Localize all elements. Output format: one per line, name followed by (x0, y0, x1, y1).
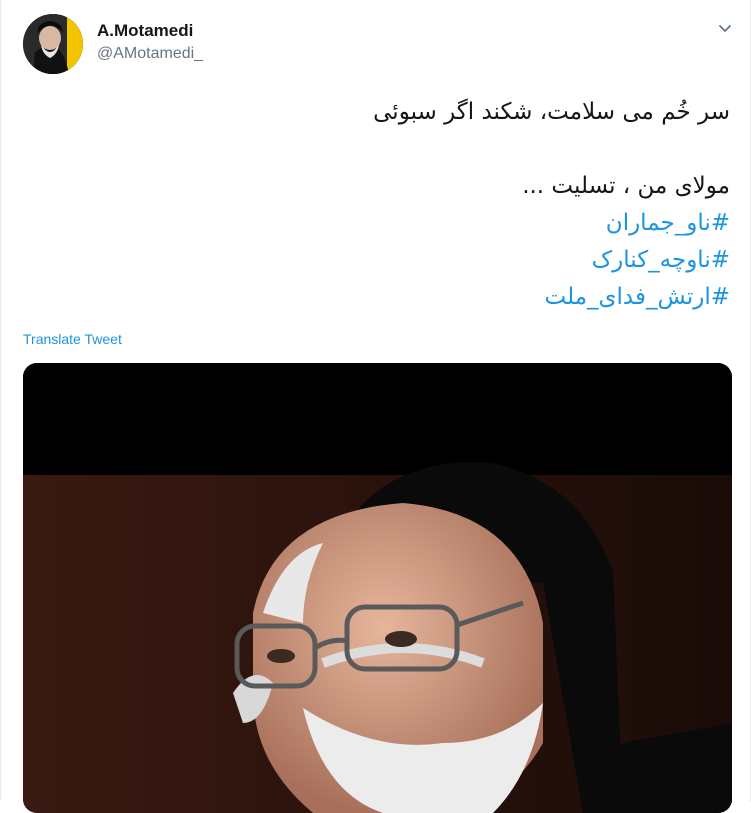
hashtag-link[interactable]: #ناو_جماران (30, 205, 730, 242)
tweet-card: A.Motamedi @AMotamedi_ سر خُم می سلامت، … (0, 0, 751, 813)
hashtag-link[interactable]: #ناوچه_کنارک (30, 242, 730, 279)
avatar[interactable] (23, 14, 83, 74)
tweet-line: مولای من ، تسلیت ... (522, 173, 730, 199)
tweet-text: سر خُم می سلامت، شکند اگر سبوئی مولای من… (30, 94, 730, 316)
tweet-line: سر خُم می سلامت، شکند اگر سبوئی (373, 99, 730, 125)
chevron-down-icon[interactable] (713, 16, 737, 40)
display-name[interactable]: A.Motamedi (97, 21, 193, 41)
tweet-media-image[interactable] (23, 363, 732, 813)
hashtag-link[interactable]: #ارتش_فدای_ملت (30, 279, 730, 316)
translate-tweet-link[interactable]: Translate Tweet (23, 331, 122, 347)
user-handle[interactable]: @AMotamedi_ (97, 45, 203, 63)
